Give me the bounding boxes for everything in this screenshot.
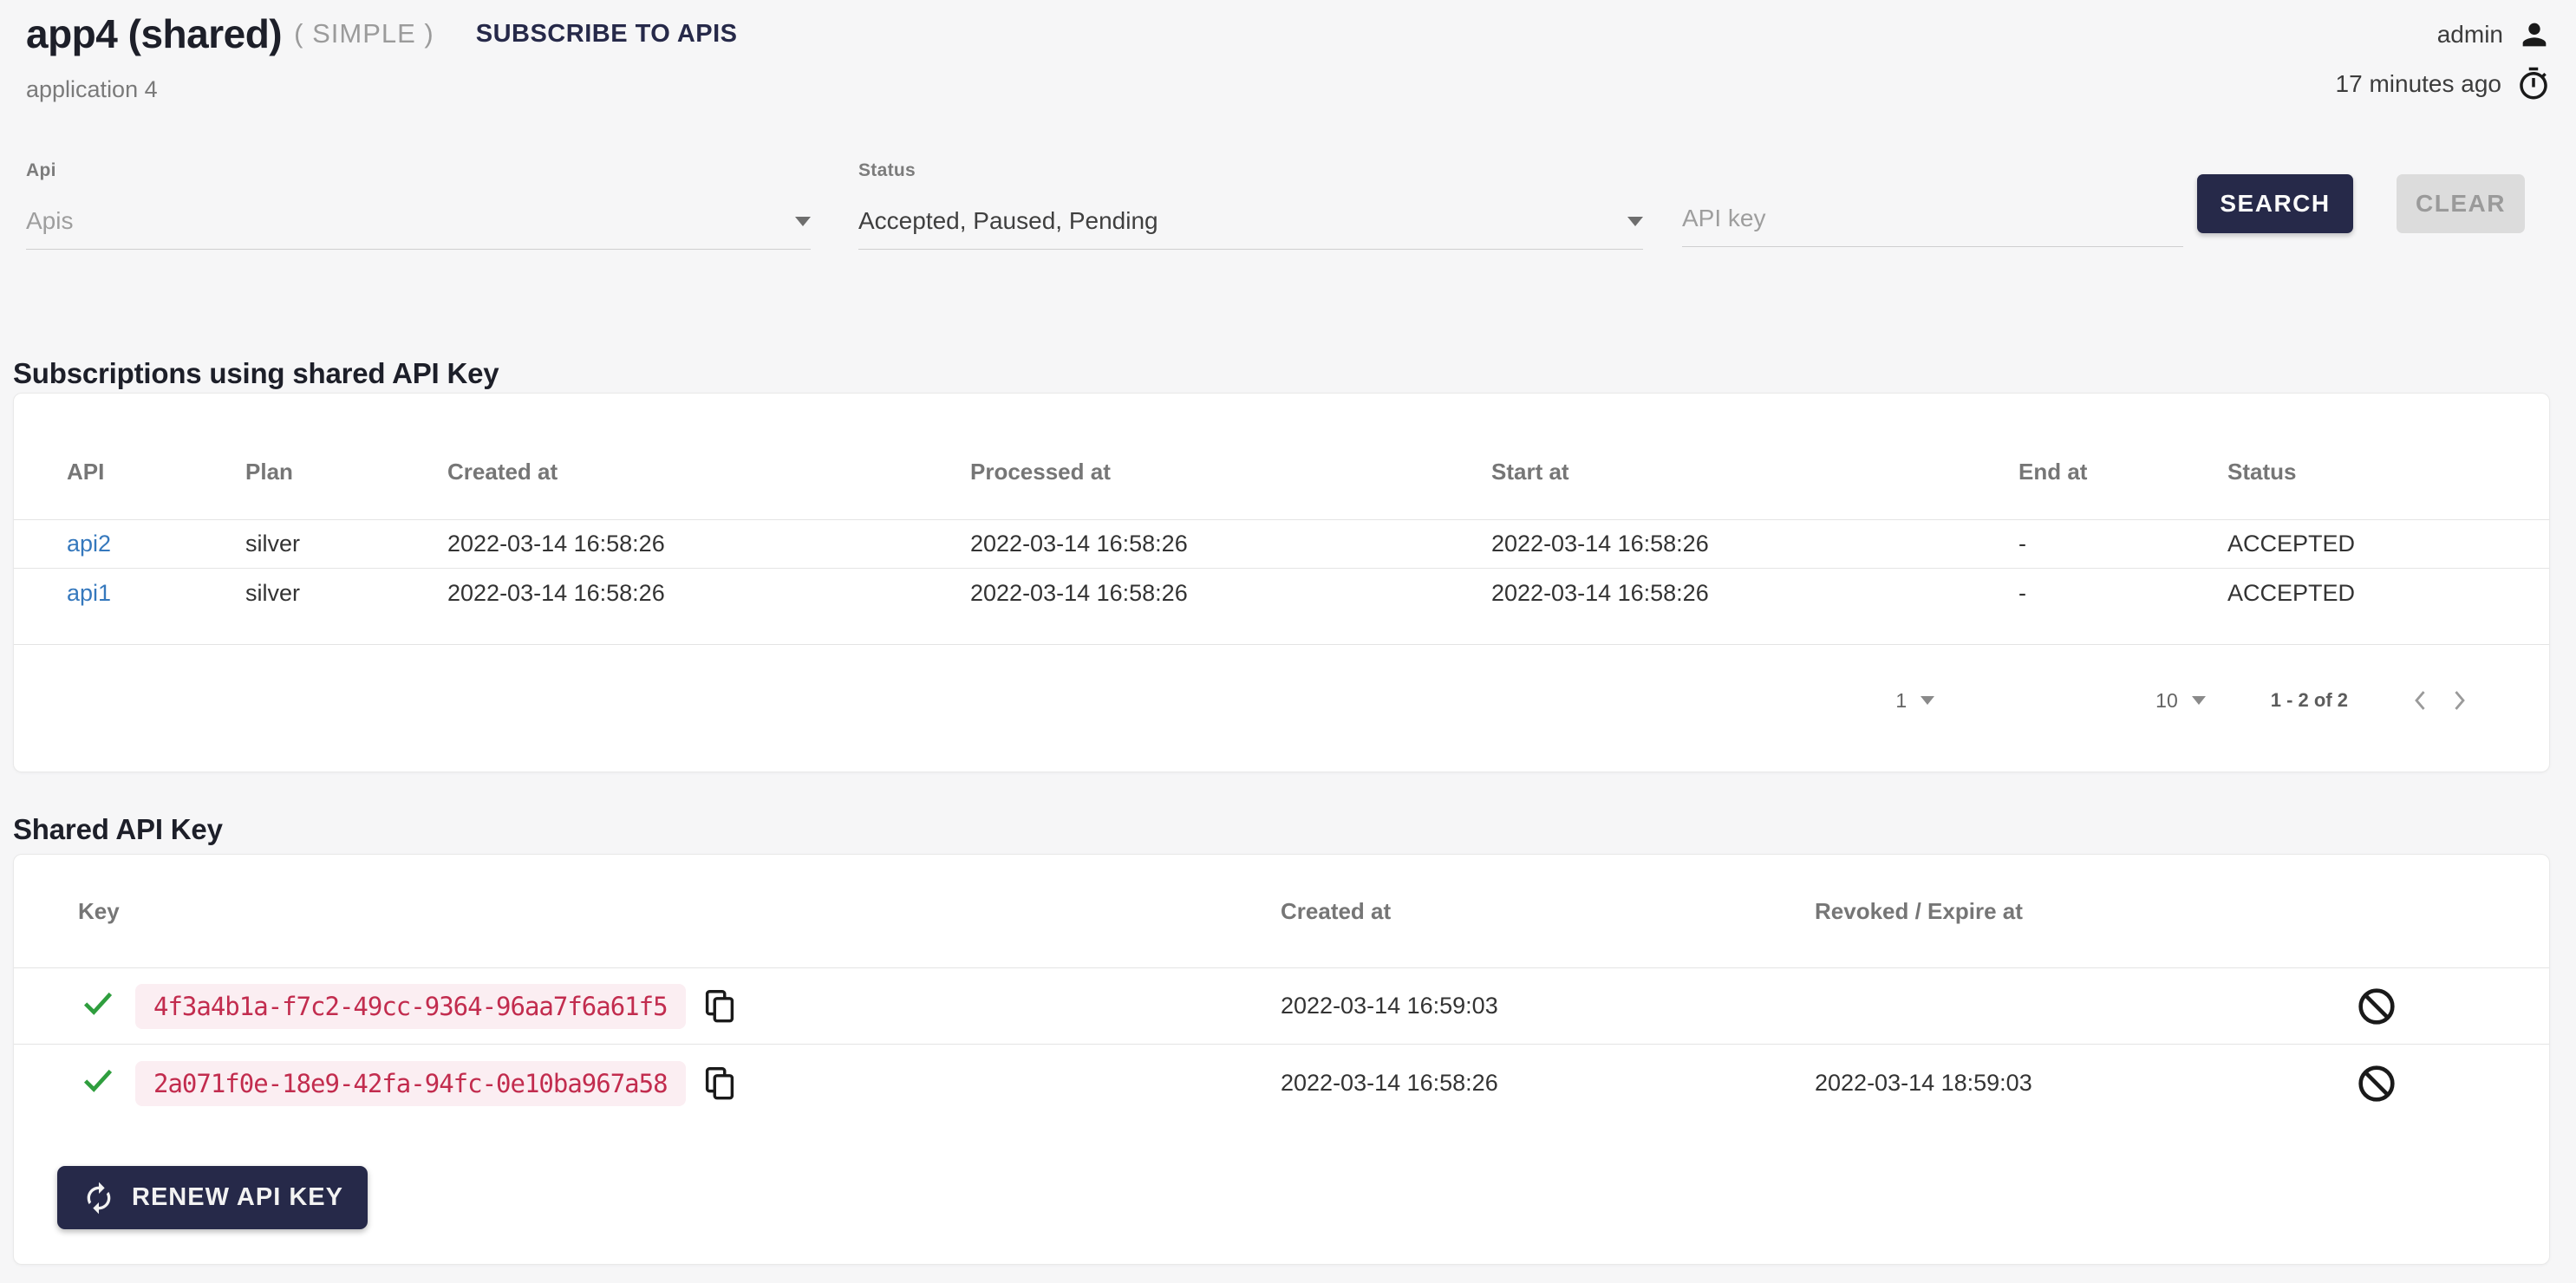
status-cell: ACCEPTED — [2227, 531, 2496, 557]
check-icon — [78, 1060, 118, 1106]
user-name: admin — [2437, 21, 2503, 49]
status-filter-label: Status — [858, 160, 1643, 181]
chevron-down-icon — [1921, 696, 1934, 705]
api-filter-select[interactable]: Api Apis — [26, 160, 811, 250]
subscriptions-section-title: Subscriptions using shared API Key — [13, 357, 499, 390]
revoke-key-button[interactable] — [2355, 985, 2398, 1028]
chevron-down-icon — [795, 217, 811, 226]
page-select-value: 1 — [1895, 689, 1907, 713]
api-link[interactable]: api2 — [67, 531, 111, 557]
pagination: 1 10 1 - 2 of 2 — [1895, 681, 2478, 720]
processed-at-cell: 2022-03-14 16:58:26 — [970, 531, 1491, 557]
next-page-button[interactable] — [2440, 681, 2478, 720]
api-key-input[interactable] — [1682, 205, 2183, 247]
copy-icon — [700, 987, 740, 1026]
api-key-filter-field — [1682, 160, 2183, 247]
column-header-revoked-expire-at: Revoked / Expire at — [1815, 898, 2355, 925]
start-at-cell: 2022-03-14 16:58:26 — [1491, 531, 2018, 557]
application-page: app4 (shared) ( SIMPLE ) SUBSCRIBE TO AP… — [0, 0, 2576, 1283]
api-filter-label: Api — [26, 160, 811, 181]
table-row: api1 silver 2022-03-14 16:58:26 2022-03-… — [14, 568, 2549, 645]
chevron-left-icon — [2406, 686, 2436, 715]
timer-icon — [2515, 66, 2552, 102]
created-at-cell: 2022-03-14 16:58:26 — [447, 569, 970, 617]
subscriptions-table-header: API Plan Created at Processed at Start a… — [14, 394, 2549, 519]
api-link[interactable]: api1 — [67, 580, 111, 606]
last-connection-row: 17 minutes ago — [2336, 66, 2552, 102]
column-header-end-at: End at — [2018, 459, 2227, 485]
copy-button[interactable] — [700, 987, 740, 1026]
start-at-cell: 2022-03-14 16:58:26 — [1491, 569, 2018, 617]
api-filter-value: Apis — [26, 207, 73, 235]
subscribe-to-apis-link[interactable]: SUBSCRIBE TO APIS — [476, 20, 738, 49]
autorenew-icon — [82, 1181, 116, 1215]
key-created-at-cell: 2022-03-14 16:59:03 — [1281, 993, 1815, 1019]
key-revoked-at-cell: 2022-03-14 18:59:03 — [1815, 1070, 2355, 1097]
table-row: 4f3a4b1a-f7c2-49cc-9364-96aa7f6a61f5 202… — [14, 967, 2549, 1044]
check-icon — [78, 983, 118, 1029]
page-header: app4 (shared) ( SIMPLE ) SUBSCRIBE TO AP… — [26, 10, 738, 57]
search-button[interactable]: SEARCH — [2197, 174, 2353, 233]
column-header-created-at: Created at — [447, 459, 970, 485]
chevron-down-icon — [1627, 217, 1643, 226]
header-meta: admin 17 minutes ago — [2336, 17, 2552, 102]
page-title: app4 (shared) — [26, 10, 282, 57]
end-at-cell: - — [2018, 531, 2227, 557]
column-header-api: API — [67, 459, 245, 485]
page-select[interactable]: 1 — [1895, 689, 1934, 713]
api-key-value: 2a071f0e-18e9-42fa-94fc-0e10ba967a58 — [135, 1061, 686, 1106]
column-header-status: Status — [2227, 459, 2496, 485]
api-key-value: 4f3a4b1a-f7c2-49cc-9364-96aa7f6a61f5 — [135, 984, 686, 1029]
application-type-badge: ( SIMPLE ) — [294, 18, 434, 49]
page-size-value: 10 — [2155, 689, 2178, 713]
chevron-right-icon — [2444, 686, 2474, 715]
end-at-cell: - — [2018, 569, 2227, 617]
subscriptions-table-card: API Plan Created at Processed at Start a… — [13, 393, 2550, 772]
page-size-select[interactable]: 10 — [2155, 689, 2206, 713]
previous-page-button[interactable] — [2402, 681, 2440, 720]
block-icon — [2355, 1062, 2398, 1105]
created-at-cell: 2022-03-14 16:58:26 — [447, 531, 970, 557]
column-header-created-at: Created at — [1281, 898, 1815, 925]
column-header-processed-at: Processed at — [970, 459, 1491, 485]
column-header-key: Key — [78, 898, 1281, 925]
status-filter-select[interactable]: Status Accepted, Paused, Pending — [858, 160, 1643, 250]
status-filter-value: Accepted, Paused, Pending — [858, 207, 1158, 235]
table-row: 2a071f0e-18e9-42fa-94fc-0e10ba967a58 202… — [14, 1044, 2549, 1122]
renew-api-key-label: RENEW API KEY — [132, 1183, 343, 1212]
pagination-range-label: 1 - 2 of 2 — [2271, 689, 2348, 712]
plan-cell: silver — [245, 531, 447, 557]
column-header-start-at: Start at — [1491, 459, 2018, 485]
status-cell: ACCEPTED — [2227, 569, 2496, 617]
key-created-at-cell: 2022-03-14 16:58:26 — [1281, 1070, 1815, 1097]
revoke-key-button[interactable] — [2355, 1062, 2398, 1105]
copy-icon — [700, 1064, 740, 1104]
shared-api-key-table-card: Key Created at Revoked / Expire at 4f3a4… — [13, 854, 2550, 1265]
person-icon — [2517, 17, 2552, 52]
clear-button[interactable]: CLEAR — [2397, 174, 2525, 233]
plan-cell: silver — [245, 569, 447, 617]
shared-api-key-section-title: Shared API Key — [13, 813, 223, 846]
column-header-plan: Plan — [245, 459, 447, 485]
table-row: api2 silver 2022-03-14 16:58:26 2022-03-… — [14, 519, 2549, 568]
last-connection-text: 17 minutes ago — [2336, 70, 2501, 98]
chevron-down-icon — [2192, 696, 2206, 705]
copy-button[interactable] — [700, 1064, 740, 1104]
application-description: application 4 — [26, 76, 158, 103]
renew-api-key-button[interactable]: RENEW API KEY — [57, 1166, 368, 1229]
shared-api-key-table-header: Key Created at Revoked / Expire at — [14, 855, 2549, 967]
user-row: admin — [2437, 17, 2552, 52]
block-icon — [2355, 985, 2398, 1028]
processed-at-cell: 2022-03-14 16:58:26 — [970, 569, 1491, 617]
